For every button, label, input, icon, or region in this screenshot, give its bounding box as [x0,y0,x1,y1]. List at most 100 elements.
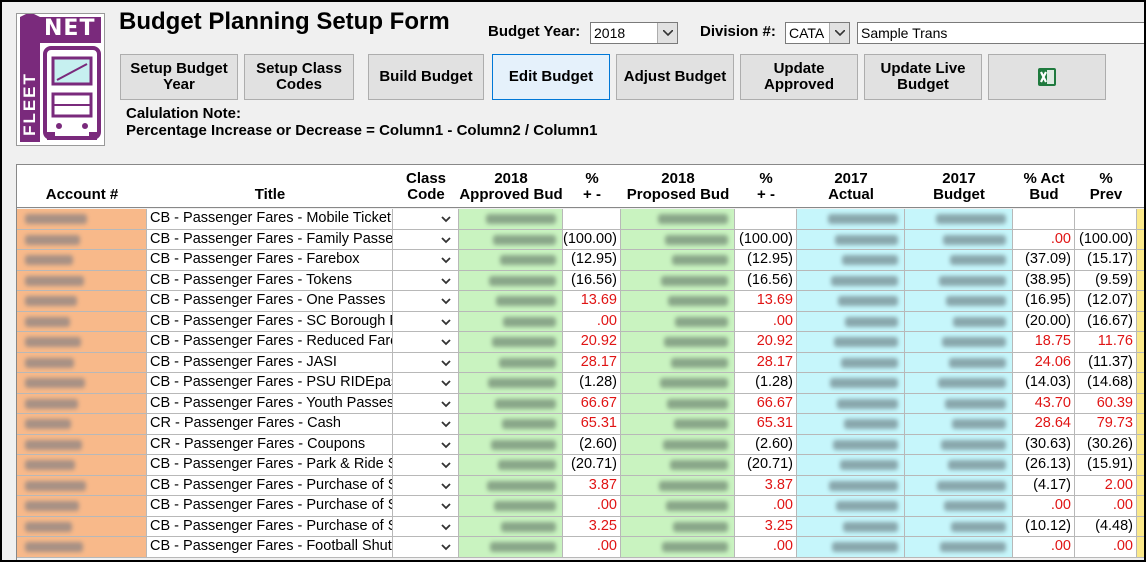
budget-cell[interactable] [905,250,1013,271]
pct1-cell[interactable]: 3.87 [563,475,621,496]
budget-year-select[interactable]: 2018 [590,22,678,44]
approved-cell[interactable] [459,537,563,558]
budget-cell[interactable] [905,270,1013,291]
pct2-cell[interactable]: 13.69 [735,291,797,312]
class-code-cell[interactable] [393,291,459,312]
pct1-cell[interactable]: (1.28) [563,373,621,394]
approved-cell[interactable] [459,270,563,291]
actual-cell[interactable] [797,516,905,537]
budget-cell[interactable] [905,475,1013,496]
chevron-down-icon[interactable] [438,539,454,555]
budget-cell[interactable] [905,311,1013,332]
actual-cell[interactable] [797,455,905,476]
table-row[interactable]: CR - Passenger Fares - Coupons (2.60) (2.6… [17,434,1144,455]
actual-cell[interactable] [797,209,905,230]
pct2-cell[interactable]: .00 [735,496,797,517]
chevron-down-icon[interactable] [438,334,454,350]
pct-act-cell[interactable]: (10.12) [1013,516,1075,537]
pct-prev-cell[interactable]: 60.39 [1075,393,1137,414]
edit-budget-button[interactable]: Edit Budget [492,54,610,100]
account-cell[interactable] [17,291,147,312]
actual-cell[interactable] [797,311,905,332]
budget-cell[interactable] [905,434,1013,455]
class-code-cell[interactable] [393,311,459,332]
col-header-actual[interactable]: 2017 Actual [797,165,905,208]
budget-cell[interactable] [905,393,1013,414]
pct2-cell[interactable]: (12.95) [735,250,797,271]
account-cell[interactable] [17,332,147,353]
setup-class-codes-button[interactable]: Setup Class Codes [244,54,354,100]
export-excel-button[interactable] [988,54,1106,100]
pct-prev-cell[interactable]: 79.73 [1075,414,1137,435]
approved-cell[interactable] [459,373,563,394]
proposed-cell[interactable] [621,209,735,230]
pct2-cell[interactable]: 3.25 [735,516,797,537]
pct2-cell[interactable]: (2.60) [735,434,797,455]
table-row[interactable]: CB - Passenger Fares - One Passes 13.69 13… [17,291,1144,312]
account-cell[interactable] [17,414,147,435]
pct2-cell[interactable]: 3.87 [735,475,797,496]
table-row[interactable]: CB - Passenger Fares - Youth Passes 66.67… [17,393,1144,414]
update-live-budget-button[interactable]: Update Live Budget [864,54,982,100]
approved-cell[interactable] [459,291,563,312]
proposed-cell[interactable] [621,516,735,537]
pct1-cell[interactable] [563,209,621,230]
account-cell[interactable] [17,250,147,271]
chevron-down-icon[interactable] [438,396,454,412]
chevron-down-icon[interactable] [438,273,454,289]
build-budget-button[interactable]: Build Budget [368,54,484,100]
pct-prev-cell[interactable]: .00 [1075,496,1137,517]
title-cell[interactable]: CB - Passenger Fares - Purchase of Ser [147,475,393,496]
pct1-cell[interactable]: 20.92 [563,332,621,353]
approved-cell[interactable] [459,455,563,476]
title-cell[interactable]: CB - Passenger Fares - One Passes [147,291,393,312]
table-row[interactable]: CB - Passenger Fares - Football Shuttle.… [17,537,1144,558]
col-header-pct1[interactable]: % + - [563,165,621,208]
approved-cell[interactable] [459,393,563,414]
chevron-down-icon[interactable] [438,252,454,268]
pct-prev-cell[interactable]: (100.00) [1075,229,1137,250]
approved-cell[interactable] [459,311,563,332]
title-cell[interactable]: CB - Passenger Fares - JASI [147,352,393,373]
class-code-cell[interactable] [393,352,459,373]
account-cell[interactable] [17,393,147,414]
approved-cell[interactable] [459,516,563,537]
pct1-cell[interactable]: .00 [563,537,621,558]
col-header-pct-prev[interactable]: % Prev [1075,165,1137,208]
pct-act-cell[interactable]: .00 [1013,537,1075,558]
chevron-down-icon[interactable] [657,23,677,43]
budget-cell[interactable] [905,496,1013,517]
pct-act-cell[interactable]: (37.09) [1013,250,1075,271]
chevron-down-icon[interactable] [438,232,454,248]
pct-prev-cell[interactable]: (4.48) [1075,516,1137,537]
account-cell[interactable] [17,352,147,373]
actual-cell[interactable] [797,291,905,312]
pct2-cell[interactable]: .00 [735,537,797,558]
pct1-cell[interactable]: 66.67 [563,393,621,414]
approved-cell[interactable] [459,434,563,455]
class-code-cell[interactable] [393,475,459,496]
table-row[interactable]: CB - Passenger Fares - Purchase of Ser 3.… [17,475,1144,496]
chevron-down-icon[interactable] [438,478,454,494]
approved-cell[interactable] [459,496,563,517]
proposed-cell[interactable] [621,250,735,271]
title-cell[interactable]: CB - Passenger Fares - SC Borough Pas [147,311,393,332]
pct-act-cell[interactable]: 43.70 [1013,393,1075,414]
table-row[interactable]: CB - Passenger Fares - Mobile Ticketing [17,209,1144,230]
pct1-cell[interactable]: (100.00) [563,229,621,250]
chevron-down-icon[interactable] [438,355,454,371]
pct2-cell[interactable]: 66.67 [735,393,797,414]
chevron-down-icon[interactable] [438,293,454,309]
actual-cell[interactable] [797,373,905,394]
table-row[interactable]: CB - Passenger Fares - PSU RIDEpass (1.28… [17,373,1144,394]
proposed-cell[interactable] [621,311,735,332]
budget-cell[interactable] [905,516,1013,537]
pct1-cell[interactable]: (16.56) [563,270,621,291]
account-cell[interactable] [17,229,147,250]
col-header-pct2[interactable]: % + - [735,165,797,208]
pct-prev-cell[interactable] [1075,209,1137,230]
title-cell[interactable]: CB - Passenger Fares - Farebox [147,250,393,271]
actual-cell[interactable] [797,270,905,291]
actual-cell[interactable] [797,537,905,558]
chevron-down-icon[interactable] [829,23,849,43]
